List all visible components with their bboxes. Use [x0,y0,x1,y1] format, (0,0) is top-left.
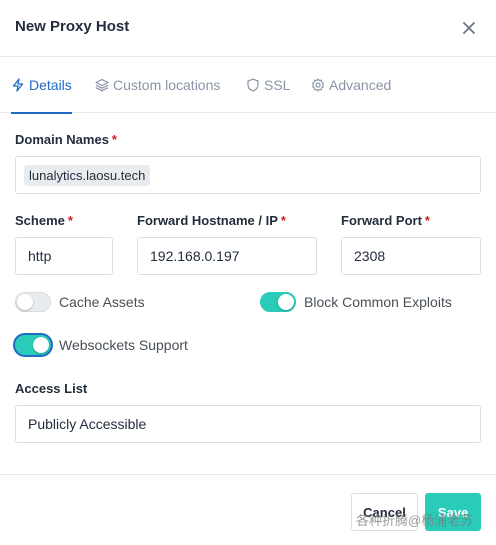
switch-knob [278,294,294,310]
block-common-exploits-switch[interactable] [260,292,296,312]
scheme-value: http [28,248,52,264]
required-mark: * [424,213,430,228]
websockets-support-label: Websockets Support [59,337,188,353]
required-mark: * [280,213,286,228]
forward-port-label-text: Forward Port [341,213,422,228]
forward-hostname-label: Forward Hostname / IP * [137,213,286,228]
forward-port-value: 2308 [354,248,386,264]
domain-chip[interactable]: lunalytics.laosu.tech [24,164,151,186]
forward-port-label: Forward Port * [341,213,430,228]
switch-knob [17,294,33,310]
websockets-support-switch[interactable] [15,335,51,355]
access-list-select[interactable]: Publicly Accessible [15,405,481,443]
cache-assets-switch[interactable] [15,292,51,312]
tab-details[interactable]: Details [11,57,72,114]
domain-names-label: Domain Names * [15,132,117,147]
tab-ssl[interactable]: SSL [246,57,290,113]
layers-icon [95,78,109,92]
bolt-icon [11,78,25,92]
block-common-exploits-label: Block Common Exploits [304,294,452,310]
modal-title: New Proxy Host [15,18,130,35]
forward-hostname-input[interactable]: 192.168.0.197 [137,237,317,275]
websockets-support-toggle[interactable]: Websockets Support [15,335,188,355]
gear-icon [311,78,325,92]
close-icon [458,17,480,39]
forward-hostname-value: 192.168.0.197 [150,248,240,264]
tab-ssl-label: SSL [264,77,291,93]
required-mark: * [67,213,73,228]
watermark-text: 各种折腾@杨浦老苏 [356,513,474,528]
tab-custom-locations[interactable]: Custom locations [95,57,220,113]
forward-hostname-label-text: Forward Hostname / IP [137,213,278,228]
new-proxy-host-modal: New Proxy Host Details Custom locations … [0,0,496,545]
tab-advanced[interactable]: Advanced [311,57,391,113]
block-common-exploits-toggle[interactable]: Block Common Exploits [260,292,452,312]
access-list-label: Access List [15,381,88,396]
scheme-label: Scheme * [15,213,73,228]
tab-bar: Details Custom locations SSL Advanced [0,57,496,114]
cache-assets-toggle[interactable]: Cache Assets [15,292,145,312]
access-list-value: Publicly Accessible [28,416,147,432]
tab-details-label: Details [29,77,72,93]
shield-icon [246,78,260,92]
close-button[interactable] [458,17,480,39]
cache-assets-label: Cache Assets [59,294,145,310]
domain-names-label-text: Domain Names [15,132,109,147]
tab-advanced-label: Advanced [329,77,392,93]
scheme-label-text: Scheme [15,213,65,228]
modal-header: New Proxy Host [0,0,496,57]
required-mark: * [111,132,117,147]
tab-custom-locations-label: Custom locations [113,77,221,93]
scheme-input[interactable]: http [15,237,113,275]
domain-names-input[interactable]: lunalytics.laosu.tech [15,156,481,194]
switch-knob [33,337,49,353]
forward-port-input[interactable]: 2308 [341,237,481,275]
